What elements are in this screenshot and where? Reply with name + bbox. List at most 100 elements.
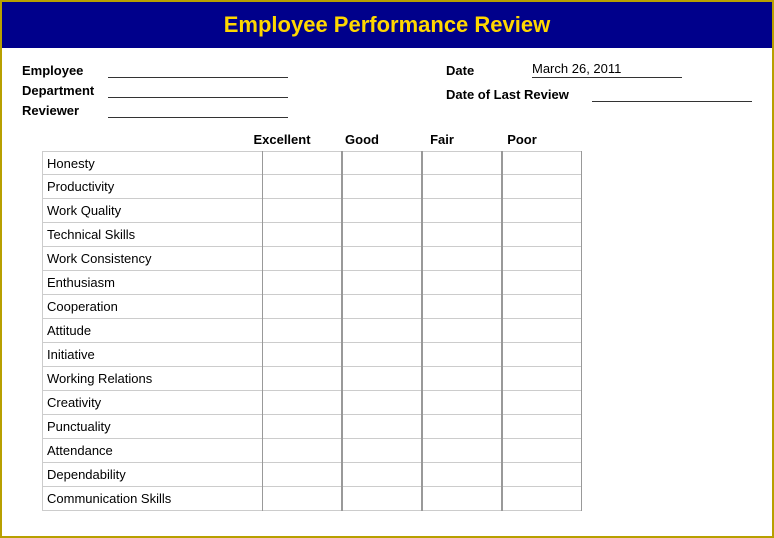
rating-cell[interactable] bbox=[263, 247, 341, 271]
title-bar: Employee Performance Review bbox=[2, 2, 772, 48]
criteria-item: Productivity bbox=[42, 175, 262, 199]
fields-row: Employee Department Reviewer Date March … bbox=[22, 62, 752, 118]
rating-cell[interactable] bbox=[423, 151, 501, 175]
rating-cell[interactable] bbox=[503, 463, 581, 487]
rating-cell[interactable] bbox=[263, 415, 341, 439]
rating-cell[interactable] bbox=[423, 439, 501, 463]
ratings-header: Excellent Good Fair Poor bbox=[242, 132, 752, 147]
rating-cell[interactable] bbox=[423, 295, 501, 319]
employee-input[interactable] bbox=[108, 62, 288, 78]
rating-cell[interactable] bbox=[343, 151, 421, 175]
criteria-item: Honesty bbox=[42, 151, 262, 175]
criteria-item: Punctuality bbox=[42, 415, 262, 439]
employee-label: Employee bbox=[22, 63, 102, 78]
rating-cell[interactable] bbox=[343, 415, 421, 439]
rating-cell[interactable] bbox=[503, 415, 581, 439]
criteria-item: Initiative bbox=[42, 343, 262, 367]
page-container: Employee Performance Review Employee Dep… bbox=[0, 0, 774, 538]
header-fair: Fair bbox=[402, 132, 482, 147]
table-container: HonestyProductivityWork QualityTechnical… bbox=[42, 151, 732, 511]
rating-cell[interactable] bbox=[343, 247, 421, 271]
rating-cell[interactable] bbox=[503, 439, 581, 463]
rating-cell[interactable] bbox=[503, 223, 581, 247]
rating-cell[interactable] bbox=[343, 223, 421, 247]
rating-cell[interactable] bbox=[263, 319, 341, 343]
criteria-item: Working Relations bbox=[42, 367, 262, 391]
rating-cell[interactable] bbox=[263, 175, 341, 199]
rating-cell[interactable] bbox=[503, 199, 581, 223]
rating-cell[interactable] bbox=[503, 391, 581, 415]
rating-cell[interactable] bbox=[343, 487, 421, 511]
rating-cell[interactable] bbox=[343, 271, 421, 295]
rating-cell[interactable] bbox=[423, 463, 501, 487]
rating-cell[interactable] bbox=[503, 319, 581, 343]
rating-cell[interactable] bbox=[503, 271, 581, 295]
rating-col-0 bbox=[262, 151, 342, 511]
rating-cell[interactable] bbox=[423, 319, 501, 343]
rating-cell[interactable] bbox=[423, 271, 501, 295]
fields-right: Date March 26, 2011 Date of Last Review bbox=[446, 62, 752, 118]
rating-cell[interactable] bbox=[423, 367, 501, 391]
rating-cell[interactable] bbox=[423, 415, 501, 439]
criteria-item: Enthusiasm bbox=[42, 271, 262, 295]
rating-cell[interactable] bbox=[263, 439, 341, 463]
rating-cell[interactable] bbox=[503, 247, 581, 271]
rating-cell[interactable] bbox=[423, 487, 501, 511]
rating-cell[interactable] bbox=[263, 199, 341, 223]
rating-cell[interactable] bbox=[423, 391, 501, 415]
rating-cell[interactable] bbox=[263, 487, 341, 511]
rating-cell[interactable] bbox=[503, 151, 581, 175]
rating-cell[interactable] bbox=[343, 295, 421, 319]
rating-cell[interactable] bbox=[503, 487, 581, 511]
rating-col-3 bbox=[502, 151, 582, 511]
rating-cell[interactable] bbox=[343, 343, 421, 367]
form-area: Employee Department Reviewer Date March … bbox=[2, 48, 772, 132]
rating-cell[interactable] bbox=[503, 367, 581, 391]
rating-cell[interactable] bbox=[263, 391, 341, 415]
criteria-item: Work Quality bbox=[42, 199, 262, 223]
header-good: Good bbox=[322, 132, 402, 147]
criteria-item: Cooperation bbox=[42, 295, 262, 319]
criteria-item: Creativity bbox=[42, 391, 262, 415]
rating-cell[interactable] bbox=[423, 175, 501, 199]
department-input[interactable] bbox=[108, 82, 288, 98]
rating-cell[interactable] bbox=[423, 223, 501, 247]
rating-cell[interactable] bbox=[263, 343, 341, 367]
rating-cell[interactable] bbox=[343, 319, 421, 343]
criteria-item: Dependability bbox=[42, 463, 262, 487]
criteria-item: Attitude bbox=[42, 319, 262, 343]
rating-cell[interactable] bbox=[263, 463, 341, 487]
date-last-review-label: Date of Last Review bbox=[446, 87, 586, 102]
rating-cell[interactable] bbox=[263, 223, 341, 247]
rating-cell[interactable] bbox=[343, 175, 421, 199]
criteria-item: Attendance bbox=[42, 439, 262, 463]
rating-cell[interactable] bbox=[343, 367, 421, 391]
rating-cell[interactable] bbox=[263, 271, 341, 295]
date-line: Date March 26, 2011 bbox=[446, 62, 682, 78]
employee-field-line: Employee bbox=[22, 62, 288, 78]
rating-cell[interactable] bbox=[423, 199, 501, 223]
header-poor: Poor bbox=[482, 132, 562, 147]
rating-cell[interactable] bbox=[423, 343, 501, 367]
criteria-col: HonestyProductivityWork QualityTechnical… bbox=[42, 151, 262, 511]
rating-cell[interactable] bbox=[343, 391, 421, 415]
rating-cell[interactable] bbox=[503, 295, 581, 319]
rating-cell[interactable] bbox=[423, 247, 501, 271]
rating-cell[interactable] bbox=[263, 367, 341, 391]
rating-col-2 bbox=[422, 151, 502, 511]
date-last-review-line: Date of Last Review bbox=[446, 86, 752, 102]
criteria-item: Communication Skills bbox=[42, 487, 262, 511]
rating-cell[interactable] bbox=[503, 343, 581, 367]
rating-cell[interactable] bbox=[343, 439, 421, 463]
criteria-item: Technical Skills bbox=[42, 223, 262, 247]
page-title: Employee Performance Review bbox=[224, 12, 550, 37]
reviewer-field-line: Reviewer bbox=[22, 102, 288, 118]
date-last-review-input[interactable] bbox=[592, 86, 752, 102]
reviewer-input[interactable] bbox=[108, 102, 288, 118]
rating-cell[interactable] bbox=[343, 463, 421, 487]
rating-cell[interactable] bbox=[343, 199, 421, 223]
rating-cell[interactable] bbox=[503, 175, 581, 199]
ratings-cols bbox=[262, 151, 732, 511]
rating-cell[interactable] bbox=[263, 295, 341, 319]
rating-cell[interactable] bbox=[263, 151, 341, 175]
